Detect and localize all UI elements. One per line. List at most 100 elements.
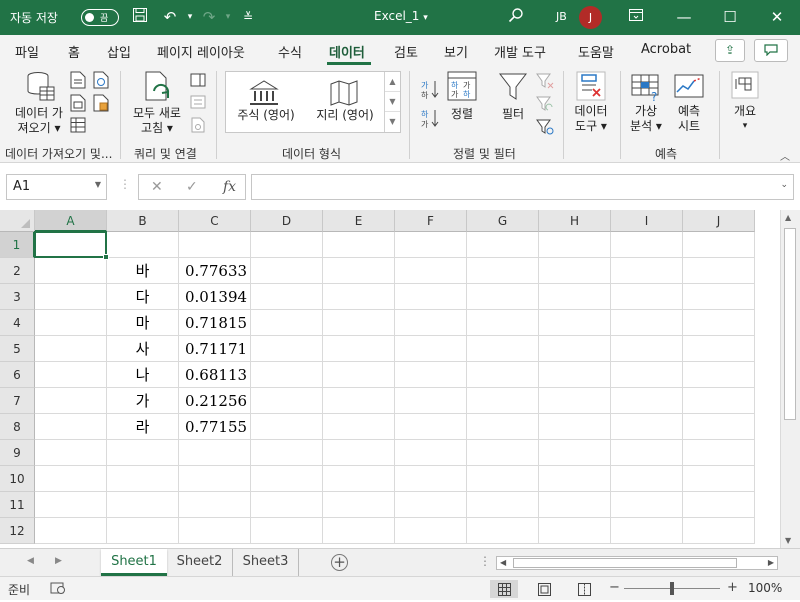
- cell-c3[interactable]: 0.01394: [179, 284, 251, 310]
- cell-h7[interactable]: [539, 388, 611, 414]
- cell-f9[interactable]: [395, 440, 467, 466]
- recent-sources-icon[interactable]: [93, 94, 109, 115]
- sheet-tab-sheet2[interactable]: Sheet2: [167, 549, 233, 576]
- filter-button[interactable]: 필터: [497, 107, 529, 122]
- active-cell-selection[interactable]: [34, 231, 107, 258]
- cell-g6[interactable]: [467, 362, 539, 388]
- sheet-tab-sheet3[interactable]: Sheet3: [233, 549, 299, 576]
- cell-e12[interactable]: [323, 518, 395, 544]
- cell-g12[interactable]: [467, 518, 539, 544]
- cancel-icon[interactable]: ✕: [151, 179, 163, 195]
- what-if-analysis-button[interactable]: 가상 분석 ▾: [624, 104, 668, 134]
- cell-e10[interactable]: [323, 466, 395, 492]
- cell-e6[interactable]: [323, 362, 395, 388]
- column-header-c[interactable]: C: [179, 210, 251, 232]
- zoom-slider-knob[interactable]: [670, 582, 674, 595]
- cell-b10[interactable]: [107, 466, 179, 492]
- cell-j7[interactable]: [683, 388, 755, 414]
- vertical-scrollbar[interactable]: ▲ ▼: [780, 210, 800, 548]
- cell-i2[interactable]: [611, 258, 683, 284]
- cell-b1[interactable]: [107, 232, 179, 258]
- cell-a8[interactable]: [35, 414, 107, 440]
- cell-j11[interactable]: [683, 492, 755, 518]
- next-sheet-icon[interactable]: ▶: [55, 556, 62, 566]
- cell-e5[interactable]: [323, 336, 395, 362]
- cell-e3[interactable]: [323, 284, 395, 310]
- get-data-button[interactable]: 데이터 가 져오기 ▾: [10, 106, 68, 136]
- cell-b11[interactable]: [107, 492, 179, 518]
- zoom-level[interactable]: 100%: [748, 581, 782, 595]
- cell-g8[interactable]: [467, 414, 539, 440]
- cell-a2[interactable]: [35, 258, 107, 284]
- maximize-button[interactable]: ☐: [707, 0, 753, 35]
- cell-g1[interactable]: [467, 232, 539, 258]
- cell-b2[interactable]: 바: [107, 258, 179, 284]
- cell-i1[interactable]: [611, 232, 683, 258]
- row-header-9[interactable]: 9: [0, 440, 35, 466]
- cell-j4[interactable]: [683, 310, 755, 336]
- cell-a12[interactable]: [35, 518, 107, 544]
- forecast-sheet-button[interactable]: 예측 시트: [668, 104, 710, 134]
- cell-a10[interactable]: [35, 466, 107, 492]
- cell-d3[interactable]: [251, 284, 323, 310]
- cell-e9[interactable]: [323, 440, 395, 466]
- cell-f1[interactable]: [395, 232, 467, 258]
- outline-icon[interactable]: [731, 71, 759, 102]
- gallery-more-icon[interactable]: ▼: [385, 112, 400, 132]
- tab-developer[interactable]: 개발 도구: [494, 42, 546, 61]
- gallery-up-icon[interactable]: ▲: [385, 72, 400, 92]
- row-header-12[interactable]: 12: [0, 518, 35, 544]
- cell-h9[interactable]: [539, 440, 611, 466]
- cell-c1[interactable]: [179, 232, 251, 258]
- cell-h10[interactable]: [539, 466, 611, 492]
- cell-e2[interactable]: [323, 258, 395, 284]
- tab-help[interactable]: 도움말: [578, 42, 614, 61]
- cell-i8[interactable]: [611, 414, 683, 440]
- cell-b3[interactable]: 다: [107, 284, 179, 310]
- prev-sheet-icon[interactable]: ◀: [27, 556, 34, 566]
- sheet-tab-sheet1[interactable]: Sheet1: [101, 549, 167, 576]
- scroll-left-icon[interactable]: ◀: [500, 557, 506, 569]
- tab-file[interactable]: 파일: [15, 42, 39, 61]
- outline-button[interactable]: 개요 ▾: [727, 104, 763, 134]
- undo-icon[interactable]: ↶: [160, 7, 180, 27]
- row-header-11[interactable]: 11: [0, 492, 35, 518]
- row-header-4[interactable]: 4: [0, 310, 35, 336]
- cell-d5[interactable]: [251, 336, 323, 362]
- data-tools-icon[interactable]: [576, 71, 606, 104]
- tab-home[interactable]: 홈: [68, 42, 80, 61]
- cell-a6[interactable]: [35, 362, 107, 388]
- comments-button[interactable]: [754, 39, 788, 62]
- cell-f10[interactable]: [395, 466, 467, 492]
- cell-b4[interactable]: 마: [107, 310, 179, 336]
- cell-b8[interactable]: 라: [107, 414, 179, 440]
- cell-a7[interactable]: [35, 388, 107, 414]
- cell-g11[interactable]: [467, 492, 539, 518]
- bank-icon[interactable]: [249, 80, 279, 109]
- data-tools-button[interactable]: 데이터 도구 ▾: [568, 104, 614, 134]
- collapse-ribbon-icon[interactable]: ︿: [780, 148, 790, 163]
- cell-d1[interactable]: [251, 232, 323, 258]
- cell-i11[interactable]: [611, 492, 683, 518]
- column-header-a[interactable]: A: [35, 210, 107, 232]
- cell-g7[interactable]: [467, 388, 539, 414]
- zoom-in-button[interactable]: +: [727, 580, 738, 595]
- cell-h2[interactable]: [539, 258, 611, 284]
- tab-data[interactable]: 데이터: [329, 42, 365, 61]
- vertical-scroll-thumb[interactable]: [784, 228, 796, 420]
- row-header-8[interactable]: 8: [0, 414, 35, 440]
- column-header-b[interactable]: B: [107, 210, 179, 232]
- cell-f8[interactable]: [395, 414, 467, 440]
- cell-c9[interactable]: [179, 440, 251, 466]
- cell-f5[interactable]: [395, 336, 467, 362]
- column-header-d[interactable]: D: [251, 210, 323, 232]
- column-header-e[interactable]: E: [323, 210, 395, 232]
- avatar[interactable]: J: [579, 6, 602, 29]
- cell-b12[interactable]: [107, 518, 179, 544]
- add-sheet-button[interactable]: +: [331, 554, 348, 571]
- tab-split-grip-icon[interactable]: ⋮: [479, 554, 491, 568]
- insert-function-icon[interactable]: fx: [223, 179, 236, 195]
- sort-descending-icon[interactable]: 하가: [419, 108, 439, 131]
- scroll-right-icon[interactable]: ▶: [768, 557, 774, 569]
- column-header-i[interactable]: I: [611, 210, 683, 232]
